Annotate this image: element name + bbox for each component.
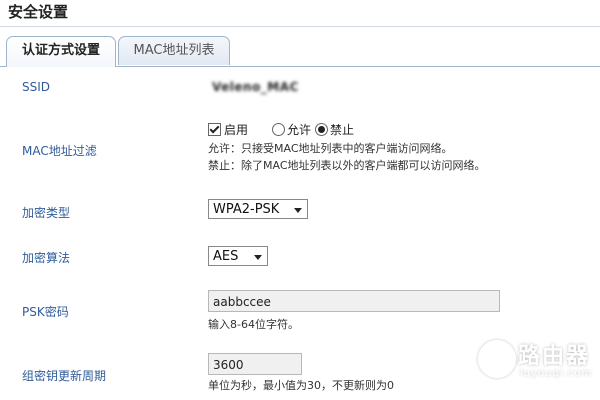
title-bar: 安全设置 — [0, 0, 600, 27]
chevron-down-icon — [294, 208, 302, 213]
tab-bar: 认证方式设置 MAC地址列表 — [0, 36, 600, 67]
page-title: 安全设置 — [8, 3, 69, 21]
tab-mac-list[interactable]: MAC地址列表 — [118, 36, 230, 65]
mac-filter-controls: 启用 允许 禁止 — [208, 121, 354, 138]
mac-filter-enable-label: 启用 — [224, 123, 249, 137]
mac-filter-deny-label: 禁止 — [330, 123, 355, 137]
mac-filter-label: MAC地址过滤 — [22, 144, 97, 158]
psk-hint: 输入8-64位字符。 — [208, 318, 299, 331]
mac-filter-allow-radio[interactable] — [272, 123, 286, 136]
mac-filter-note-allow: 允许：只接受MAC地址列表中的客户端访问网络。 — [208, 142, 453, 155]
mac-filter-note-deny: 禁止：除了MAC地址列表以外的客户端都可以访问网络。 — [208, 159, 486, 172]
mac-filter-deny-radio[interactable] — [315, 123, 329, 136]
group-key-period-hint: 单位为秒，最小值为30，不更新则为0 — [208, 379, 394, 392]
encryption-type-value: WPA2-PSK — [213, 202, 280, 217]
ssid-value: Veleno_MAC — [212, 80, 299, 94]
psk-input[interactable]: aabbccee — [208, 290, 500, 312]
psk-label: PSK密码 — [22, 305, 69, 319]
watermark-url: luyouqi.com — [520, 368, 593, 379]
encryption-algorithm-value: AES — [213, 249, 239, 264]
encryption-type-select[interactable]: WPA2-PSK — [208, 199, 308, 219]
encryption-algorithm-select[interactable]: AES — [208, 246, 268, 266]
mac-filter-enable-checkbox[interactable] — [208, 123, 221, 136]
encryption-algorithm-label: 加密算法 — [22, 251, 71, 265]
ssid-label: SSID — [22, 80, 51, 94]
group-key-period-label: 组密钥更新周期 — [22, 369, 107, 383]
chevron-down-icon — [254, 255, 262, 260]
tab-auth-settings[interactable]: 认证方式设置 — [6, 36, 116, 67]
encryption-type-label: 加密类型 — [22, 206, 71, 220]
watermark-text: 路由器 — [518, 344, 591, 369]
group-key-period-input[interactable]: 3600 — [208, 353, 302, 375]
router-logo-icon — [478, 340, 516, 378]
watermark: 路由器 luyouqi.com — [478, 338, 600, 398]
mac-filter-allow-label: 允许 — [287, 123, 312, 137]
